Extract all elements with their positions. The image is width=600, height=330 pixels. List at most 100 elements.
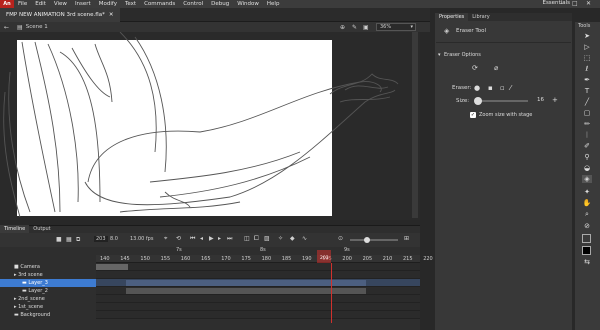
fill-color-swatch[interactable] [582, 246, 591, 255]
frame-span[interactable] [96, 264, 128, 270]
menu-help[interactable]: Help [263, 1, 284, 7]
current-frame[interactable]: 203 [94, 236, 108, 242]
timeline-zoom-icon[interactable]: ⊙ [338, 235, 343, 242]
stroke-color-swatch[interactable] [582, 234, 591, 243]
menu-commands[interactable]: Commands [140, 1, 179, 7]
size-slider[interactable] [478, 100, 528, 102]
menu-insert[interactable]: Insert [71, 1, 95, 7]
swap-colors-icon[interactable]: ⇆ [582, 258, 592, 266]
tween-icon[interactable]: ✧ [278, 235, 283, 242]
pencil-tool-icon[interactable]: ✏ [582, 120, 592, 128]
menu-view[interactable]: View [50, 1, 71, 7]
loop-icon[interactable]: ⟲ [176, 235, 181, 242]
lasso-tool-icon[interactable]: ℓ [582, 65, 592, 73]
window-minimize-icon[interactable]: – [560, 0, 563, 7]
close-icon[interactable]: ✕ [109, 12, 114, 18]
center-frame-icon[interactable]: ⌖ [164, 235, 167, 243]
frame-span[interactable] [126, 288, 366, 294]
section-chevron-icon[interactable]: ▾ [438, 52, 441, 58]
layer-row[interactable]: ▸ 1st_scene [0, 303, 96, 311]
snap-icon[interactable]: ⊕ [340, 24, 345, 31]
menu-debug[interactable]: Debug [207, 1, 233, 7]
frame-track[interactable] [96, 263, 420, 271]
zoom-fit-icon[interactable]: ⊞ [404, 235, 409, 242]
add-icon[interactable]: + [552, 96, 558, 104]
ease-icon[interactable]: ∿ [302, 235, 307, 242]
paint-brush-tool-icon[interactable]: ✐ [582, 142, 592, 150]
window-close-icon[interactable]: ✕ [586, 0, 591, 7]
layer-row[interactable]: ▸ 3rd scene [0, 271, 96, 279]
step-back-icon[interactable]: ◂ [200, 235, 203, 242]
menu-modify[interactable]: Modify [95, 1, 121, 7]
size-value[interactable]: 16 [537, 97, 544, 103]
layer-row[interactable]: ▸ 2nd_scene [0, 295, 96, 303]
hand-tool-icon[interactable]: ✋ [582, 199, 592, 207]
layer-row[interactable]: ■ Camera [0, 263, 96, 271]
frame-span[interactable] [126, 280, 366, 286]
brush-tool-icon[interactable]: ᛁ [582, 131, 592, 139]
edit-symbols-icon[interactable]: ✎ [352, 24, 357, 31]
stage-area[interactable] [0, 32, 420, 220]
onion-skin-icon[interactable]: ◫ [244, 235, 250, 242]
zoom-select[interactable]: 36% ▾ [376, 23, 416, 31]
tab-library[interactable]: Library [468, 13, 493, 21]
frame-track[interactable] [96, 271, 420, 279]
subselection-tool-icon[interactable]: ▷ [582, 43, 592, 51]
onion-outline-icon[interactable]: ⧠ [254, 235, 259, 243]
free-transform-tool-icon[interactable]: ⬚ [582, 54, 592, 62]
eraser-tool-icon[interactable]: ◈ [582, 175, 592, 183]
document-tab[interactable]: FMP NEW ANIMATION 3rd scene.fla* ✕ [0, 8, 120, 22]
frame-track[interactable] [96, 279, 420, 287]
faucet-icon[interactable]: ⌀ [494, 64, 498, 72]
menu-file[interactable]: File [14, 1, 31, 7]
zoom-size-checkbox[interactable]: ✓ [470, 112, 476, 118]
menu-control[interactable]: Control [179, 1, 207, 7]
stage-scrollbar[interactable] [412, 32, 418, 218]
zoom-tool-icon[interactable]: ⌕ [582, 210, 592, 218]
first-frame-icon[interactable]: ⏮ [190, 235, 195, 243]
eraser-shape-icon[interactable]: ▫ [500, 84, 505, 92]
attach-layer-icon[interactable]: ⧉ [76, 236, 80, 244]
eraser-shape-round-icon[interactable]: ● [474, 84, 480, 92]
clip-icon[interactable]: ▣ [363, 24, 369, 31]
workspace-switcher[interactable]: Essentials [542, 0, 570, 6]
eraser-shape-square-icon[interactable]: ▪ [488, 84, 493, 92]
back-arrow-icon[interactable]: ← [4, 24, 9, 31]
frame-track[interactable] [96, 295, 420, 303]
layer-row[interactable]: ▬ Background [0, 311, 96, 319]
paint-bucket-tool-icon[interactable]: ◒ [582, 164, 592, 172]
bone-tool-icon[interactable]: ⚲ [582, 153, 592, 161]
layer-depth-icon[interactable]: ▦ [66, 236, 72, 243]
frame-track[interactable] [96, 311, 420, 319]
line-tool-icon[interactable]: ╱ [582, 98, 592, 106]
play-icon[interactable]: ▶ [209, 235, 214, 242]
frame-track[interactable] [96, 303, 420, 311]
size-slider-handle[interactable] [474, 97, 482, 105]
slider-handle[interactable] [364, 237, 370, 243]
frame-track[interactable] [96, 287, 420, 295]
text-tool-icon[interactable]: T [582, 87, 592, 95]
eraser-shape-slant-icon[interactable]: ⁄ [510, 84, 511, 92]
menu-edit[interactable]: Edit [31, 1, 50, 7]
layer-row[interactable]: ▬ Layer_2 [0, 287, 96, 295]
layer-row[interactable]: ▬ Layer_3 [0, 279, 96, 287]
pin-tool-icon[interactable]: ✦ [582, 188, 592, 196]
fps-value[interactable]: 13.00 fps [130, 236, 153, 242]
timeline-zoom-slider[interactable] [350, 239, 398, 241]
camera-icon[interactable]: ■ [56, 236, 62, 243]
eraser-mode-icon[interactable]: ⟳ [472, 64, 478, 72]
eyedropper-tool-icon[interactable]: ⊘ [582, 222, 592, 230]
tab-timeline[interactable]: Timeline [0, 225, 30, 233]
last-frame-icon[interactable]: ⏭ [227, 235, 232, 243]
tab-properties[interactable]: Properties [435, 13, 469, 21]
insert-keyframe-icon[interactable]: ◆ [290, 235, 295, 242]
step-forward-icon[interactable]: ▸ [218, 235, 221, 242]
menu-window[interactable]: Window [233, 1, 263, 7]
tab-output[interactable]: Output [29, 225, 54, 233]
selection-tool-icon[interactable]: ➤ [582, 32, 592, 40]
window-maximize-icon[interactable]: □ [572, 0, 578, 7]
shape-tool-icon[interactable]: ▢ [582, 109, 592, 117]
menu-text[interactable]: Text [121, 1, 140, 7]
pen-tool-icon[interactable]: ✒ [582, 76, 592, 84]
edit-multiple-icon[interactable]: ▨ [264, 235, 270, 242]
